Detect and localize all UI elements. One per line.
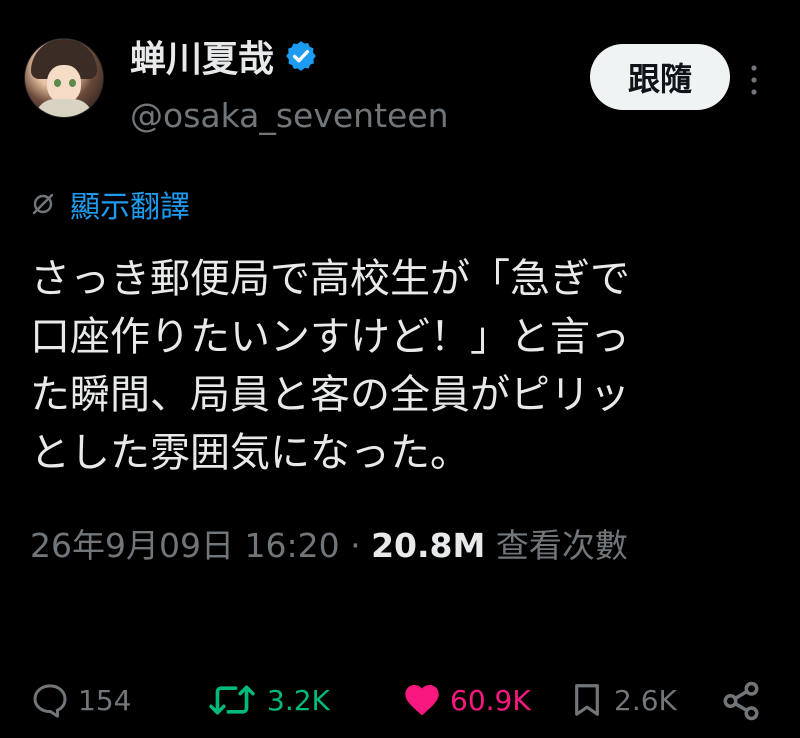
show-translation-label: 顯示翻譯: [70, 190, 190, 225]
follow-button[interactable]: 跟隨: [590, 44, 730, 110]
tweet-line: た瞬間、局員と客の全員がピリッ: [30, 372, 630, 418]
like-count: 60.9K: [450, 683, 531, 717]
verified-badge-icon: [286, 41, 316, 71]
retweet-count: 3.2K: [267, 683, 330, 717]
retweet-icon: [209, 685, 255, 715]
tweet-meta: 26年9月09日 16:20 · 20.8M 查看次數: [30, 520, 780, 572]
tweet-line: とした雰囲気になった。: [30, 430, 470, 476]
reply-button[interactable]: 154: [30, 680, 131, 720]
show-translation-link[interactable]: 顯示翻譯: [30, 182, 190, 226]
view-count-label: 查看次數: [495, 526, 628, 565]
meta-separator: ·: [350, 526, 361, 565]
display-name[interactable]: 蝉川夏哉: [130, 30, 274, 82]
share-button[interactable]: [720, 680, 762, 722]
view-count: 20.8M: [371, 526, 486, 565]
like-button[interactable]: 60.9K: [402, 680, 531, 720]
heart-icon: [405, 685, 439, 716]
action-bar: 154 3.2K 60.9K 2.6K: [30, 680, 790, 728]
translate-icon: [32, 193, 54, 215]
bookmark-icon: [575, 684, 599, 716]
author-handle[interactable]: @osaka_seventeen: [130, 96, 449, 135]
reply-icon: [33, 684, 67, 718]
tweet-text: さっき郵便局で高校生が「急ぎで 口座作りたいンすけど！」と言っ た瞬間、局員と客…: [30, 250, 775, 482]
more-options-icon[interactable]: [748, 60, 760, 100]
avatar[interactable]: [24, 38, 104, 118]
tweet-line: さっき郵便局で高校生が「急ぎで: [30, 256, 630, 302]
tweet-line: 口座作りたいンすけど！」と言っ: [30, 314, 630, 360]
tweet-date[interactable]: 26年9月09日: [30, 526, 234, 565]
share-icon: [723, 681, 759, 721]
bookmark-button[interactable]: 2.6K: [568, 680, 677, 720]
author-name-row[interactable]: 蝉川夏哉: [130, 30, 318, 82]
bookmark-count: 2.6K: [614, 683, 677, 717]
tweet-time[interactable]: 16:20: [244, 526, 339, 565]
retweet-button[interactable]: 3.2K: [205, 680, 330, 720]
reply-count: 154: [78, 683, 132, 717]
